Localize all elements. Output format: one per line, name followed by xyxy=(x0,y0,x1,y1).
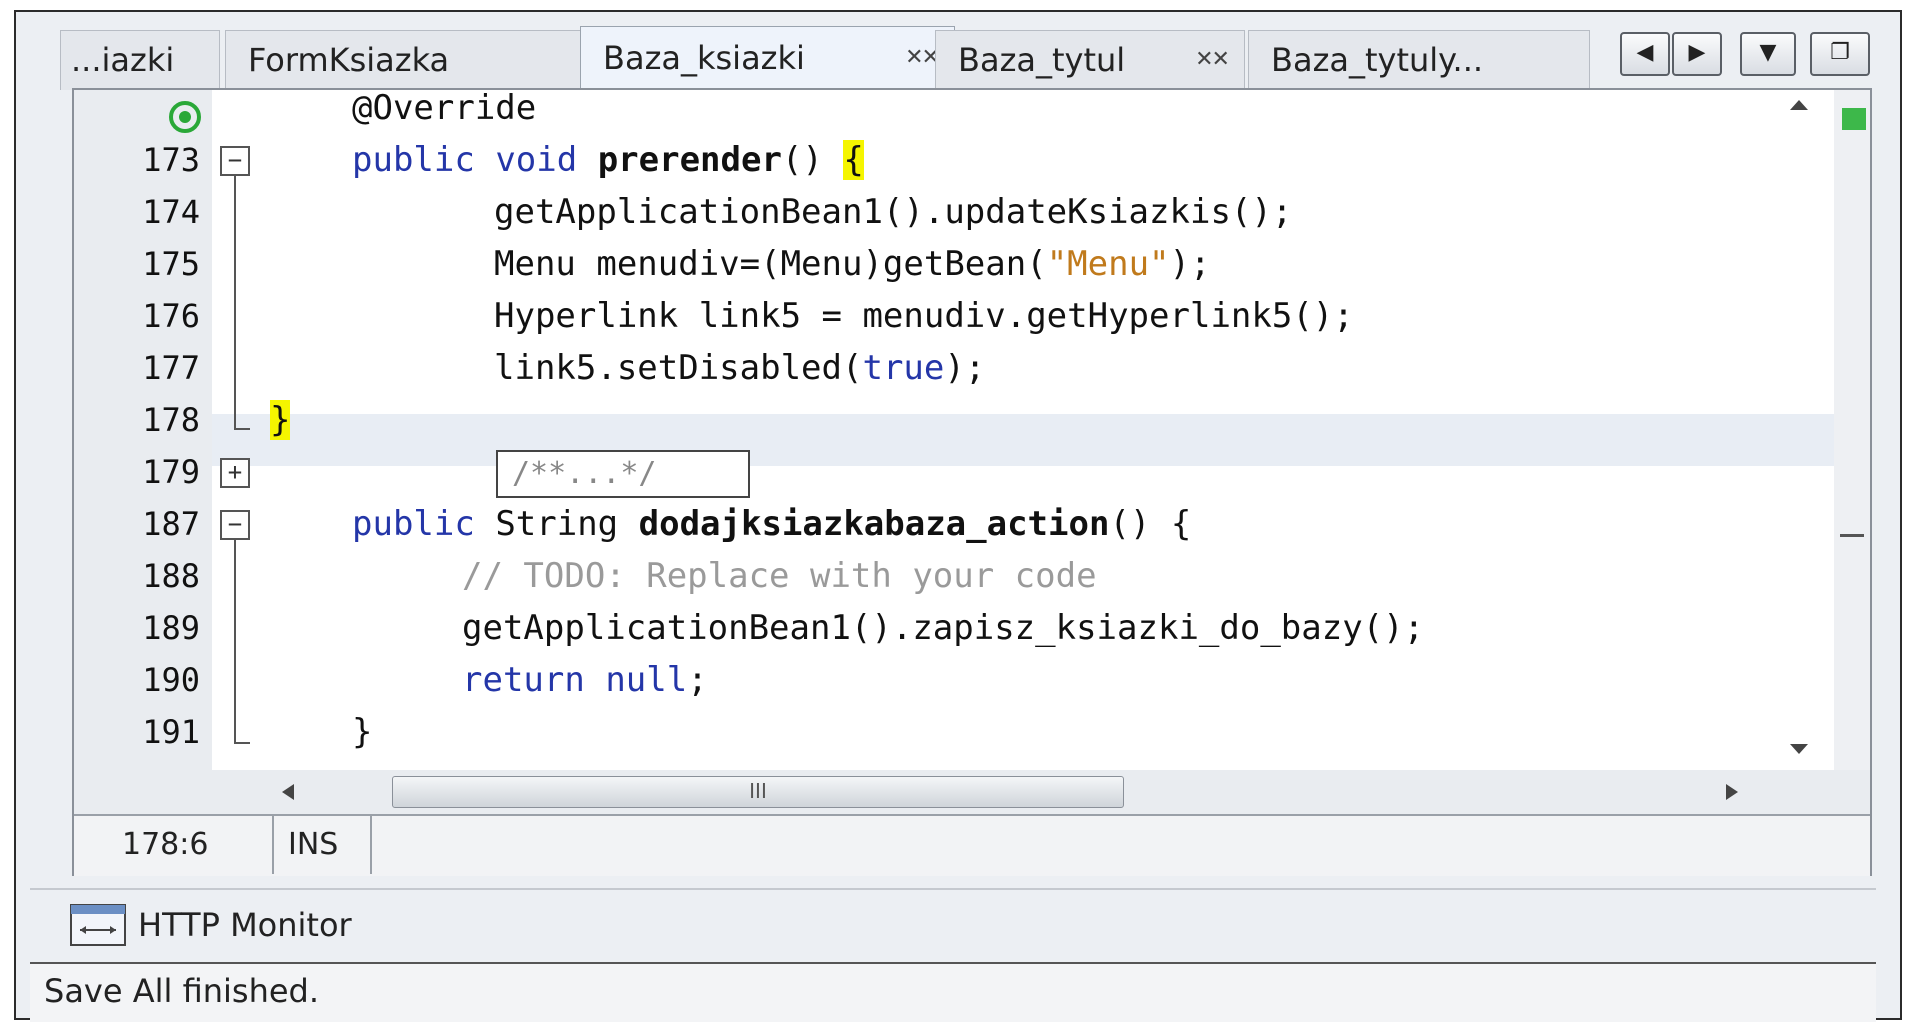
code-line: public void prerender() { xyxy=(352,140,864,180)
override-annotation-icon[interactable] xyxy=(168,100,202,134)
line-number: 190 xyxy=(142,661,200,699)
line-number: 173 xyxy=(142,141,200,179)
fold-collapse-icon[interactable]: − xyxy=(220,510,250,540)
line-number: 174 xyxy=(142,193,200,231)
fold-guide xyxy=(234,540,236,744)
tab-label: Baza_ksiazki xyxy=(603,39,805,77)
tab-label: Baza_tytul xyxy=(958,41,1126,79)
restore-window-button[interactable]: ❐ xyxy=(1810,32,1870,76)
code-line: return null; xyxy=(462,660,708,700)
insert-mode[interactable]: INS xyxy=(288,816,368,874)
line-number: 191 xyxy=(142,713,200,751)
code-line: link5.setDisabled(true); xyxy=(494,348,986,388)
output-panel-bar: HTTP Monitor xyxy=(30,888,1876,964)
matching-brace: } xyxy=(270,400,291,440)
code-line: getApplicationBean1().zapisz_ksiazki_do_… xyxy=(462,608,1425,648)
close-tab-icon[interactable]: ✕✕ xyxy=(1195,31,1230,89)
fold-guide-end xyxy=(234,428,250,430)
editor-tab-bar: ...iazki FormKsiazka✕✕ Baza_ksiazki✕✕ Ba… xyxy=(60,22,1875,92)
scroll-up-icon[interactable] xyxy=(1788,98,1810,112)
tab-label: ...iazki xyxy=(71,41,175,79)
close-tab-icon[interactable]: ✕✕ xyxy=(905,27,940,89)
ide-status-bar: Save All finished. xyxy=(30,962,1876,1022)
editor-status-bar: 178:6 INS xyxy=(74,814,1870,876)
line-number: 178 xyxy=(142,401,200,439)
matching-brace: { xyxy=(843,140,864,180)
code-line: } xyxy=(270,394,1834,446)
triangle-left-icon: ◀ xyxy=(1636,40,1654,65)
fold-guide xyxy=(234,176,236,430)
code-line: // TODO: Replace with your code xyxy=(462,556,1097,596)
scroll-tabs-right-button[interactable]: ▶ xyxy=(1672,32,1722,76)
code-line: getApplicationBean1().updateKsiazkis(); xyxy=(494,192,1293,232)
tab-list-button[interactable]: ▼ xyxy=(1740,32,1796,76)
line-number: 179 xyxy=(142,453,200,491)
scroll-left-icon[interactable] xyxy=(280,782,296,802)
line-number: 189 xyxy=(142,609,200,647)
scroll-thumb[interactable]: III xyxy=(392,776,1124,808)
code-editor: 173 174 175 176 177 178 179 187 188 189 … xyxy=(72,88,1872,876)
code-area[interactable]: − + − @Override public void prerender() … xyxy=(212,90,1834,770)
fold-guide-end xyxy=(234,742,250,744)
fold-collapse-icon[interactable]: − xyxy=(220,146,250,176)
tab-baza-tytuly[interactable]: Baza_tytuly... xyxy=(1248,30,1590,90)
horizontal-scrollbar[interactable]: III xyxy=(74,770,1870,814)
code-line: Hyperlink link5 = menudiv.getHyperlink5(… xyxy=(494,296,1354,336)
scroll-down-icon[interactable] xyxy=(1788,742,1810,756)
line-number: 188 xyxy=(142,557,200,595)
line-number: 187 xyxy=(142,505,200,543)
code-line: @Override xyxy=(352,90,537,128)
chevron-down-icon: ▼ xyxy=(1759,40,1777,65)
http-monitor-label: HTTP Monitor xyxy=(138,906,352,944)
error-stripe[interactable] xyxy=(1834,90,1870,770)
status-ok-icon xyxy=(1842,108,1866,130)
tab-baza-tytul[interactable]: Baza_tytul ✕✕ xyxy=(935,30,1245,90)
code-line: Menu menudiv=(Menu)getBean("Menu"); xyxy=(494,244,1211,284)
fold-expand-icon[interactable]: + xyxy=(220,458,250,488)
cursor-position: 178:6 xyxy=(122,827,209,862)
restore-window-icon: ❐ xyxy=(1830,40,1850,65)
scroll-right-icon[interactable] xyxy=(1724,782,1740,802)
tab-baza-ksiazki[interactable]: Baza_ksiazki ✕✕ xyxy=(580,26,955,92)
code-line: } xyxy=(352,712,373,752)
http-monitor-tab[interactable]: HTTP Monitor xyxy=(70,902,352,948)
tab-label: Baza_tytuly... xyxy=(1271,41,1484,79)
scroll-tabs-left-button[interactable]: ◀ xyxy=(1620,32,1670,76)
monitor-window-icon xyxy=(70,904,126,946)
collapsed-javadoc-block[interactable]: /**...*/ xyxy=(496,450,750,498)
line-number-gutter: 173 174 175 176 177 178 179 187 188 189 … xyxy=(74,90,213,770)
line-number: 177 xyxy=(142,349,200,387)
code-line: public String dodajksiazkabaza_action() … xyxy=(352,504,1192,544)
tab-label: FormKsiazka xyxy=(248,41,450,79)
tab-iazki[interactable]: ...iazki xyxy=(60,30,220,90)
line-number: 176 xyxy=(142,297,200,335)
status-message: Save All finished. xyxy=(44,972,320,1010)
triangle-right-icon: ▶ xyxy=(1688,40,1706,65)
stripe-marker[interactable] xyxy=(1840,534,1864,537)
line-number: 175 xyxy=(142,245,200,283)
tab-formksiazka[interactable]: FormKsiazka✕✕ xyxy=(225,30,640,90)
